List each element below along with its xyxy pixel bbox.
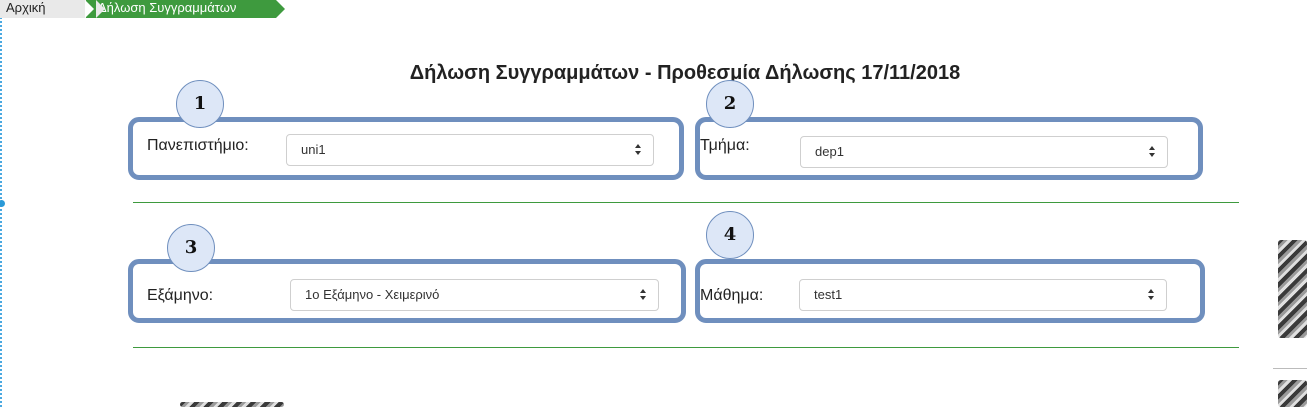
semester-field-group: Εξάμηνο: 1ο Εξάμηνο - Χειμερινό xyxy=(128,259,686,323)
section-divider xyxy=(133,202,1239,203)
course-select-value: test1 xyxy=(814,287,843,302)
left-guide-line xyxy=(0,0,5,407)
breadcrumb-current-label: Δήλωση Συγγραμμάτων xyxy=(98,0,237,15)
page-title: Δήλωση Συγγραμμάτων - Προθεσμία Δήλωσης … xyxy=(409,62,961,84)
breadcrumb-current[interactable]: Δήλωση Συγγραμμάτων xyxy=(85,0,285,18)
department-field-group: Τμήμα: dep1 xyxy=(695,117,1203,180)
book-cover-thumbnail[interactable] xyxy=(1278,380,1307,407)
university-select-value: uni1 xyxy=(301,142,326,157)
course-label: Μάθημα: xyxy=(700,287,764,304)
book-cover-thumbnail[interactable] xyxy=(1278,240,1307,338)
breadcrumb-home-link[interactable]: Αρχική xyxy=(0,0,105,18)
select-caret-icon xyxy=(635,144,641,156)
step-badge-4: 4 xyxy=(706,211,754,259)
select-caret-icon xyxy=(640,289,646,301)
semester-select-value: 1ο Εξάμηνο - Χειμερινό xyxy=(305,287,440,302)
department-select[interactable]: dep1 xyxy=(800,136,1168,168)
thumbnail-separator xyxy=(1273,368,1307,369)
university-select[interactable]: uni1 xyxy=(286,134,654,166)
breadcrumb-home-label: Αρχική xyxy=(6,0,46,15)
course-select[interactable]: test1 xyxy=(799,279,1167,311)
book-cover-thumbnail[interactable] xyxy=(180,402,284,407)
university-field-group: Πανεπιστήμιο: uni1 xyxy=(128,117,684,180)
semester-select[interactable]: 1ο Εξάμηνο - Χειμερινό xyxy=(290,279,659,311)
university-label: Πανεπιστήμιο: xyxy=(147,137,249,154)
department-select-value: dep1 xyxy=(815,144,844,159)
course-field-group: Μάθημα: test1 xyxy=(695,259,1205,323)
step-badge-2: 2 xyxy=(706,80,754,128)
step-badge-3: 3 xyxy=(167,224,215,272)
step-badge-1: 1 xyxy=(176,80,224,128)
section-divider xyxy=(133,347,1239,348)
select-caret-icon xyxy=(1149,146,1155,158)
semester-label: Εξάμηνο: xyxy=(147,287,214,304)
guide-handle[interactable] xyxy=(0,200,5,207)
select-caret-icon xyxy=(1148,289,1154,301)
department-label: Τμήμα: xyxy=(700,137,750,154)
